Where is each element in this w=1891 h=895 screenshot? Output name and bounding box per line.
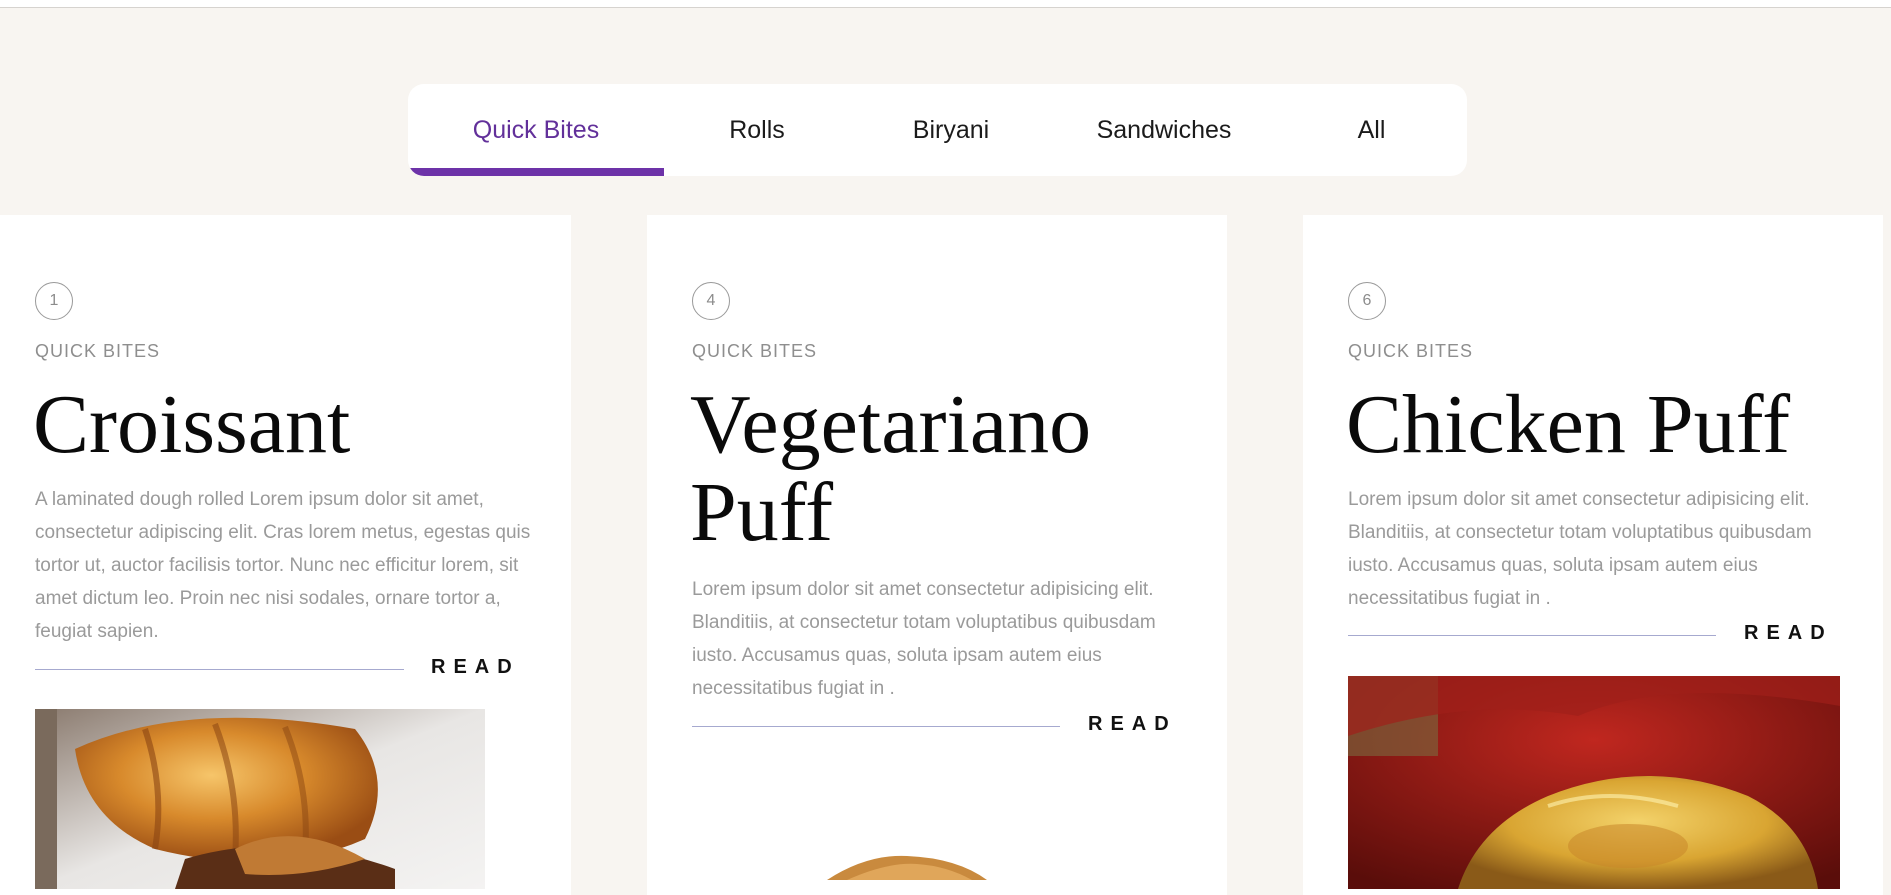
item-number-badge: 4 — [692, 282, 730, 320]
item-description: A laminated dough rolled Lorem ipsum dol… — [35, 489, 531, 642]
tab-rolls[interactable]: Rolls — [664, 84, 850, 176]
tab-biryani[interactable]: Biryani — [850, 84, 1052, 176]
item-number-badge: 1 — [35, 282, 73, 320]
item-title: Chicken Puff — [1346, 378, 1791, 471]
tab-all[interactable]: All — [1276, 84, 1467, 176]
item-category: QUICK BITES — [1348, 341, 1474, 361]
item-title: Vegetariano Puff — [690, 378, 1092, 559]
category-tabs: Quick Bites Rolls Biryani Sandwiches All — [408, 84, 1467, 176]
tab-quick-bites[interactable]: Quick Bites — [408, 84, 664, 176]
read-link[interactable]: READ — [431, 656, 520, 679]
item-description: Lorem ipsum dolor sit amet consectetur a… — [692, 579, 1156, 699]
read-divider — [692, 726, 1060, 727]
item-title: Croissant — [33, 378, 351, 471]
tab-sandwiches[interactable]: Sandwiches — [1052, 84, 1276, 176]
chicken-puff-photo — [1348, 676, 1840, 889]
top-divider — [0, 7, 1891, 8]
read-divider — [35, 669, 404, 670]
item-number-badge: 6 — [1348, 282, 1386, 320]
read-divider — [1348, 635, 1716, 636]
menu-card-chicken-puff: 6 QUICK BITES Chicken Puff Lorem ipsum d… — [1303, 215, 1883, 895]
read-link[interactable]: READ — [1744, 622, 1833, 645]
active-tab-indicator — [408, 168, 664, 176]
item-category: QUICK BITES — [692, 341, 818, 361]
croissant-photo — [35, 709, 485, 889]
vegetarian-puff-photo — [807, 850, 1007, 880]
item-category: QUICK BITES — [35, 341, 161, 361]
menu-card-croissant: 1 QUICK BITES Croissant A laminated doug… — [0, 215, 571, 895]
read-link[interactable]: READ — [1088, 713, 1177, 736]
browser-top-strip — [0, 0, 1891, 7]
menu-card-vegetariano-puff: 4 QUICK BITES Vegetariano Puff Lorem ips… — [647, 215, 1227, 895]
item-description: Lorem ipsum dolor sit amet consectetur a… — [1348, 489, 1812, 609]
